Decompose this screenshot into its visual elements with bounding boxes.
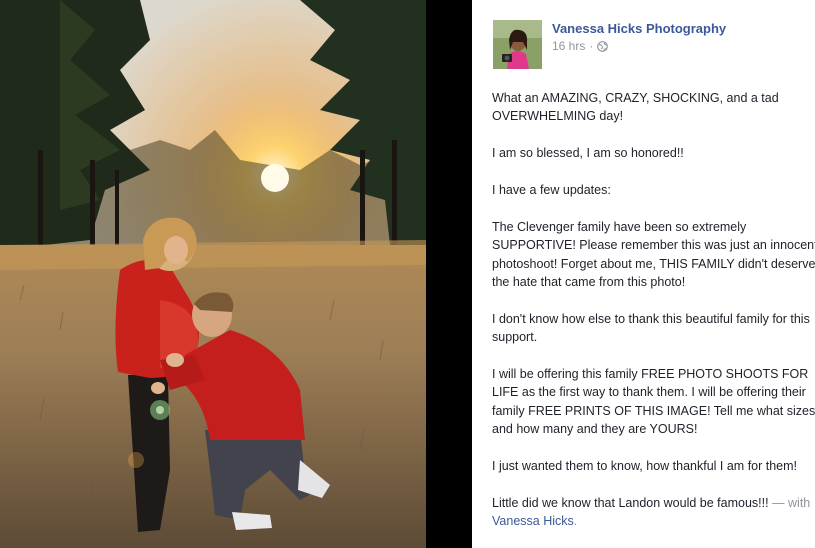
author-name[interactable]: Vanessa Hicks Photography <box>552 21 726 36</box>
post-panel: Vanessa Hicks Photography 16 hrs · What … <box>472 0 815 548</box>
closing-text: Little did we know that Landon would be … <box>492 495 769 510</box>
photo-divider <box>426 0 472 548</box>
photo-click-area[interactable] <box>0 0 426 548</box>
post-body: What an AMAZING, CRAZY, SHOCKING, and a … <box>492 89 815 531</box>
post-meta: 16 hrs · <box>552 39 609 53</box>
post-closing: Little did we know that Landon would be … <box>492 494 815 531</box>
post-paragraph: I don't know how else to thank this beau… <box>492 311 810 345</box>
tag-separator: — <box>772 495 785 510</box>
post-paragraph: What an AMAZING, CRAZY, SHOCKING, and a … <box>492 91 779 124</box>
tagged-person-link[interactable]: Vanessa Hicks <box>492 514 574 528</box>
post-paragraph: I am so blessed, I am so honored!! <box>492 146 684 161</box>
globe-icon[interactable] <box>597 40 609 52</box>
post-paragraph: I have a few updates: <box>492 183 611 197</box>
post-paragraph: The Clevenger family have been so extrem… <box>492 219 815 290</box>
post-paragraph: I just wanted them to know, how thankful… <box>492 459 798 474</box>
tag-prefix: with <box>788 495 811 510</box>
post-photo[interactable] <box>0 0 426 548</box>
meta-separator: · <box>589 39 594 53</box>
tag-suffix: . <box>573 514 578 529</box>
post-timestamp[interactable]: 16 hrs <box>552 39 585 53</box>
post-paragraph: I will be offering this family FREE PHOT… <box>492 367 815 437</box>
author-avatar[interactable] <box>493 20 542 69</box>
avatar-image <box>493 20 542 69</box>
